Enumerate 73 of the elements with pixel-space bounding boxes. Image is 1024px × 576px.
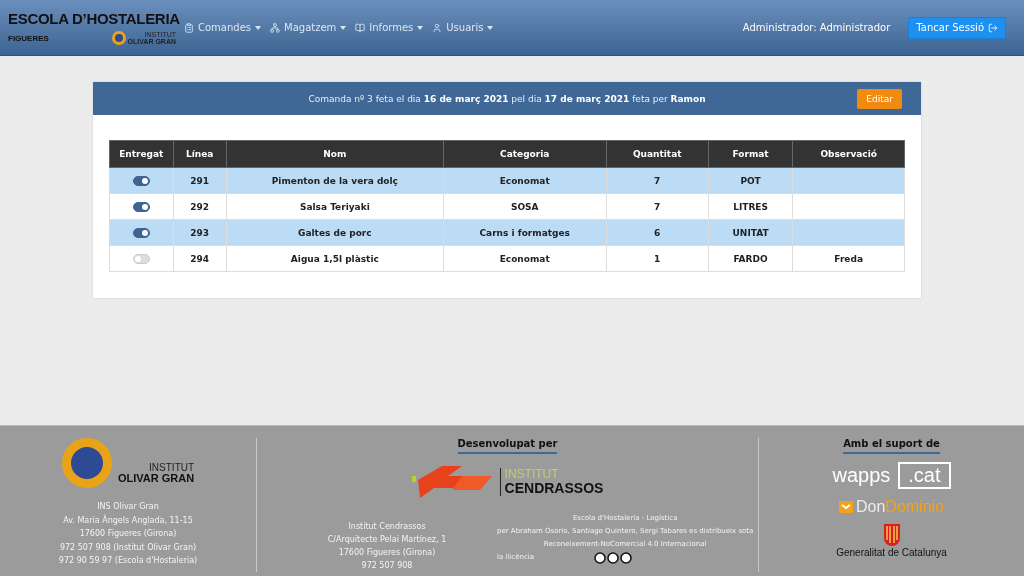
brand-subtitle: FIGUERES (8, 33, 49, 43)
wapps-logo-text: wapps (832, 464, 891, 487)
delivered-toggle[interactable] (132, 175, 150, 186)
table-cell-text: UNITAT (732, 227, 769, 238)
order-summary: Comanda nº 3 feta el dia 16 de març 2021 pel dia 17 de març 2021 feta per Ramon (308, 93, 706, 104)
address-line: Institut Cendrassos (348, 521, 426, 533)
column-header: Línea (173, 140, 227, 168)
table-cell-text: 7 (654, 201, 661, 212)
table-cell-text: FARDO (733, 253, 768, 264)
logout-icon (988, 22, 998, 33)
table-cell-text: LITRES (733, 201, 768, 212)
table-cell-text: Aigua 1,5l plàstic (290, 253, 379, 264)
address-line: Av. Maria Àngels Anglada, 11-15 (63, 513, 193, 527)
network-icon (270, 22, 281, 33)
table-cell-text: 294 (190, 253, 210, 264)
caret-icon (255, 25, 262, 30)
address-line: 972 507 908 (Institut Olivar Gran) (59, 541, 197, 554)
caret-icon (340, 25, 347, 30)
table-cell-text: POT (740, 175, 761, 186)
table-cell-text: 1 (654, 253, 661, 264)
section-title: Desenvolupat per (457, 438, 558, 454)
table-cell-text: Freda (834, 253, 863, 264)
address-line: C/Arquitecte Pelai Martínez, 1 (327, 534, 447, 546)
logo-text: INSTITUT (149, 462, 195, 474)
government-name: Generalitat de Catalunya (836, 547, 947, 559)
user-icon (432, 22, 443, 33)
nav-menu[interactable]: Informes (355, 22, 424, 33)
caret-icon (487, 25, 494, 30)
address-line: 972 507 908 (361, 560, 413, 572)
delivered-toggle[interactable] (132, 227, 150, 238)
nav-menu[interactable]: Comandes (184, 22, 262, 33)
caret-icon (417, 25, 424, 30)
coat-of-arms-icon (883, 523, 900, 546)
table-cell-text: Economat (499, 175, 550, 186)
table-cell-text: 7 (654, 175, 661, 186)
logo-text: Dominio (885, 499, 944, 516)
table-cell-text: Salsa Teriyaki (299, 201, 370, 212)
table-cell-text: 291 (190, 175, 210, 186)
creative-commons-icon (593, 551, 634, 564)
address-line: 17600 Figueres (Girona) (338, 547, 436, 559)
table-cell-text: Carns i formatges (479, 227, 570, 238)
column-header: Format (708, 140, 793, 168)
table-cell-text: 292 (190, 201, 210, 212)
table-cell-text: Economat (499, 253, 550, 264)
ring-logo-icon (111, 31, 126, 45)
table-cell-text: Pimenton de la vera dolç (271, 175, 398, 186)
address-line: 972 90 59 97 (Escola d'Hostaleria) (58, 555, 198, 567)
nav-menu[interactable]: Usuaris (432, 22, 494, 33)
column-header: Nom (226, 140, 444, 168)
delivered-toggle[interactable] (132, 201, 150, 212)
ring-logo-icon (61, 438, 112, 488)
address-line: INS Olivar Gran (97, 501, 159, 513)
edit-button[interactable]: Editar (857, 89, 902, 109)
table-cell-text: 6 (654, 227, 661, 238)
column-header: Categoria (443, 140, 607, 168)
table-cell-text: 293 (190, 227, 210, 238)
section-title: Amb el suport de (843, 438, 940, 454)
logo-text: CENDRASSOS (504, 480, 604, 496)
logo-text: Don (855, 499, 886, 516)
flag-logo-icon (838, 501, 853, 514)
column-header: Observació (792, 140, 905, 168)
logout-button[interactable]: Tancar Sessió (908, 16, 1006, 39)
logo-text: OLIVAR GRAN (117, 473, 195, 485)
column-header: Quantitat (606, 140, 709, 168)
table-cell-text: Galtes de porc (298, 227, 372, 238)
book-icon (355, 22, 366, 33)
nav-menu[interactable]: Magatzem (270, 22, 347, 33)
address-line: 17600 Figueres (Girona) (79, 528, 177, 540)
column-header: Entregat (109, 140, 174, 168)
user-label: Administrador: Administrador (742, 22, 891, 33)
cat-logo-text: .cat (898, 462, 951, 489)
table-cell-text: SOSA (510, 201, 539, 212)
clipboard-icon (184, 22, 194, 33)
